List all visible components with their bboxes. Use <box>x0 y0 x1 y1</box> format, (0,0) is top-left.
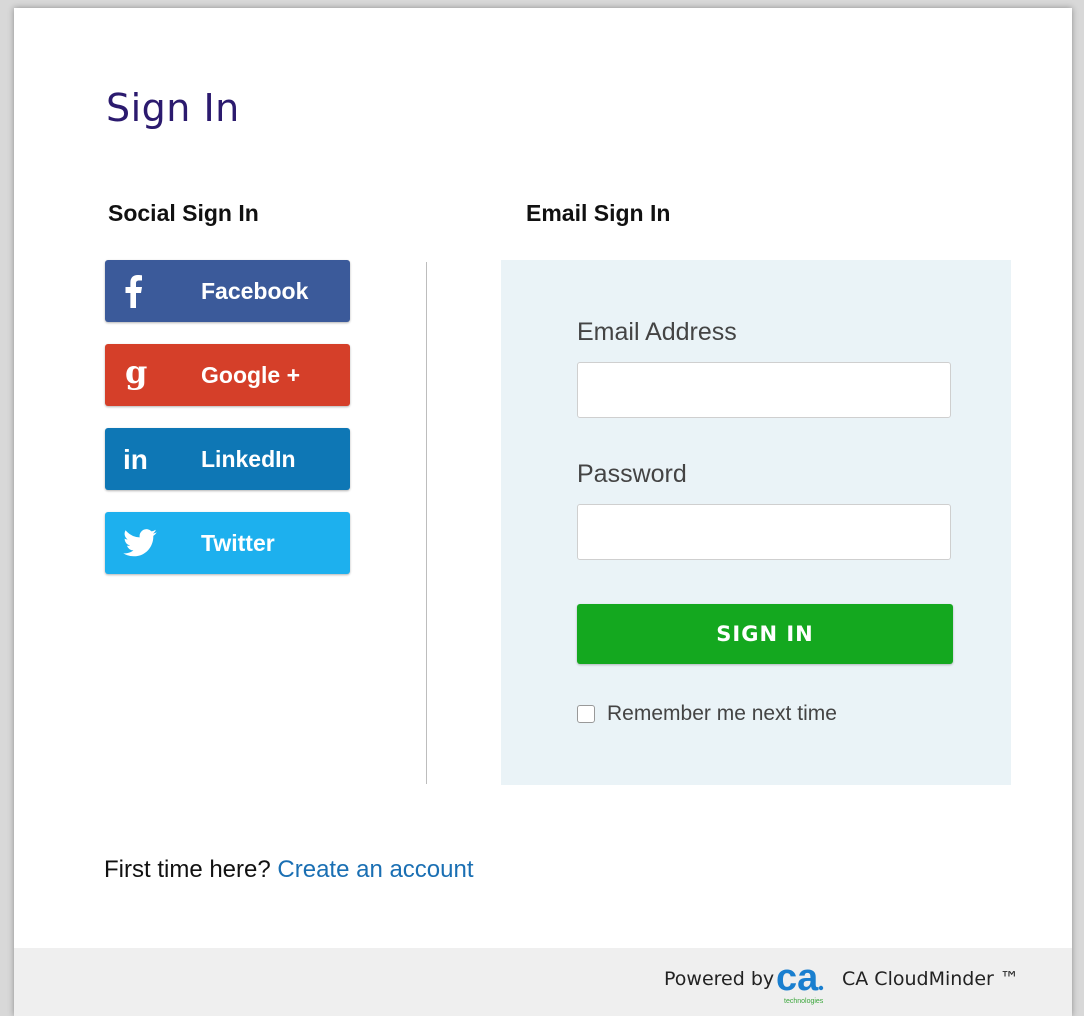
linkedin-icon: in <box>123 428 163 490</box>
facebook-sign-in-button[interactable]: Facebook <box>105 260 350 322</box>
svg-text:in: in <box>123 444 148 474</box>
remember-me-row: Remember me next time <box>577 702 837 726</box>
column-divider <box>426 262 427 784</box>
svg-text:g: g <box>125 355 147 391</box>
password-label: Password <box>577 460 687 488</box>
ca-logo-text: ca <box>776 957 819 999</box>
ca-technologies-logo: ca technologies <box>776 957 824 1005</box>
google-plus-button-label: Google + <box>201 362 301 388</box>
page-title: Sign In <box>106 86 240 130</box>
powered-by-text: Powered by <box>664 968 775 990</box>
linkedin-sign-in-button[interactable]: in LinkedIn <box>105 428 350 490</box>
twitter-sign-in-button[interactable]: Twitter <box>105 512 350 574</box>
google-plus-icon: g <box>123 344 163 406</box>
ca-logo-subtext: technologies <box>784 998 824 1005</box>
password-input[interactable] <box>577 504 951 560</box>
sign-in-card: Sign In Social Sign In Email Sign In Fac… <box>14 8 1072 1016</box>
linkedin-button-label: LinkedIn <box>201 446 296 472</box>
remember-me-label: Remember me next time <box>607 702 837 725</box>
signup-prompt-text: First time here? <box>104 856 271 883</box>
facebook-icon <box>123 260 163 322</box>
signup-prompt: First time here? Create an account <box>104 856 474 884</box>
footer: Powered by ca technologies CA CloudMinde… <box>14 948 1072 1016</box>
email-sign-in-panel: Email Address Password SIGN IN Remember … <box>501 260 1011 785</box>
remember-me-checkbox[interactable] <box>577 705 595 723</box>
create-account-link[interactable]: Create an account <box>277 856 473 883</box>
google-plus-sign-in-button[interactable]: g Google + <box>105 344 350 406</box>
sign-in-button[interactable]: SIGN IN <box>577 604 953 664</box>
product-name: CA CloudMinder ™ <box>842 968 1019 990</box>
twitter-icon <box>123 512 163 574</box>
facebook-button-label: Facebook <box>201 278 309 304</box>
email-address-label: Email Address <box>577 318 737 346</box>
email-address-input[interactable] <box>577 362 951 418</box>
social-sign-in-heading: Social Sign In <box>108 200 259 226</box>
email-sign-in-heading: Email Sign In <box>526 200 671 226</box>
twitter-button-label: Twitter <box>201 530 275 556</box>
